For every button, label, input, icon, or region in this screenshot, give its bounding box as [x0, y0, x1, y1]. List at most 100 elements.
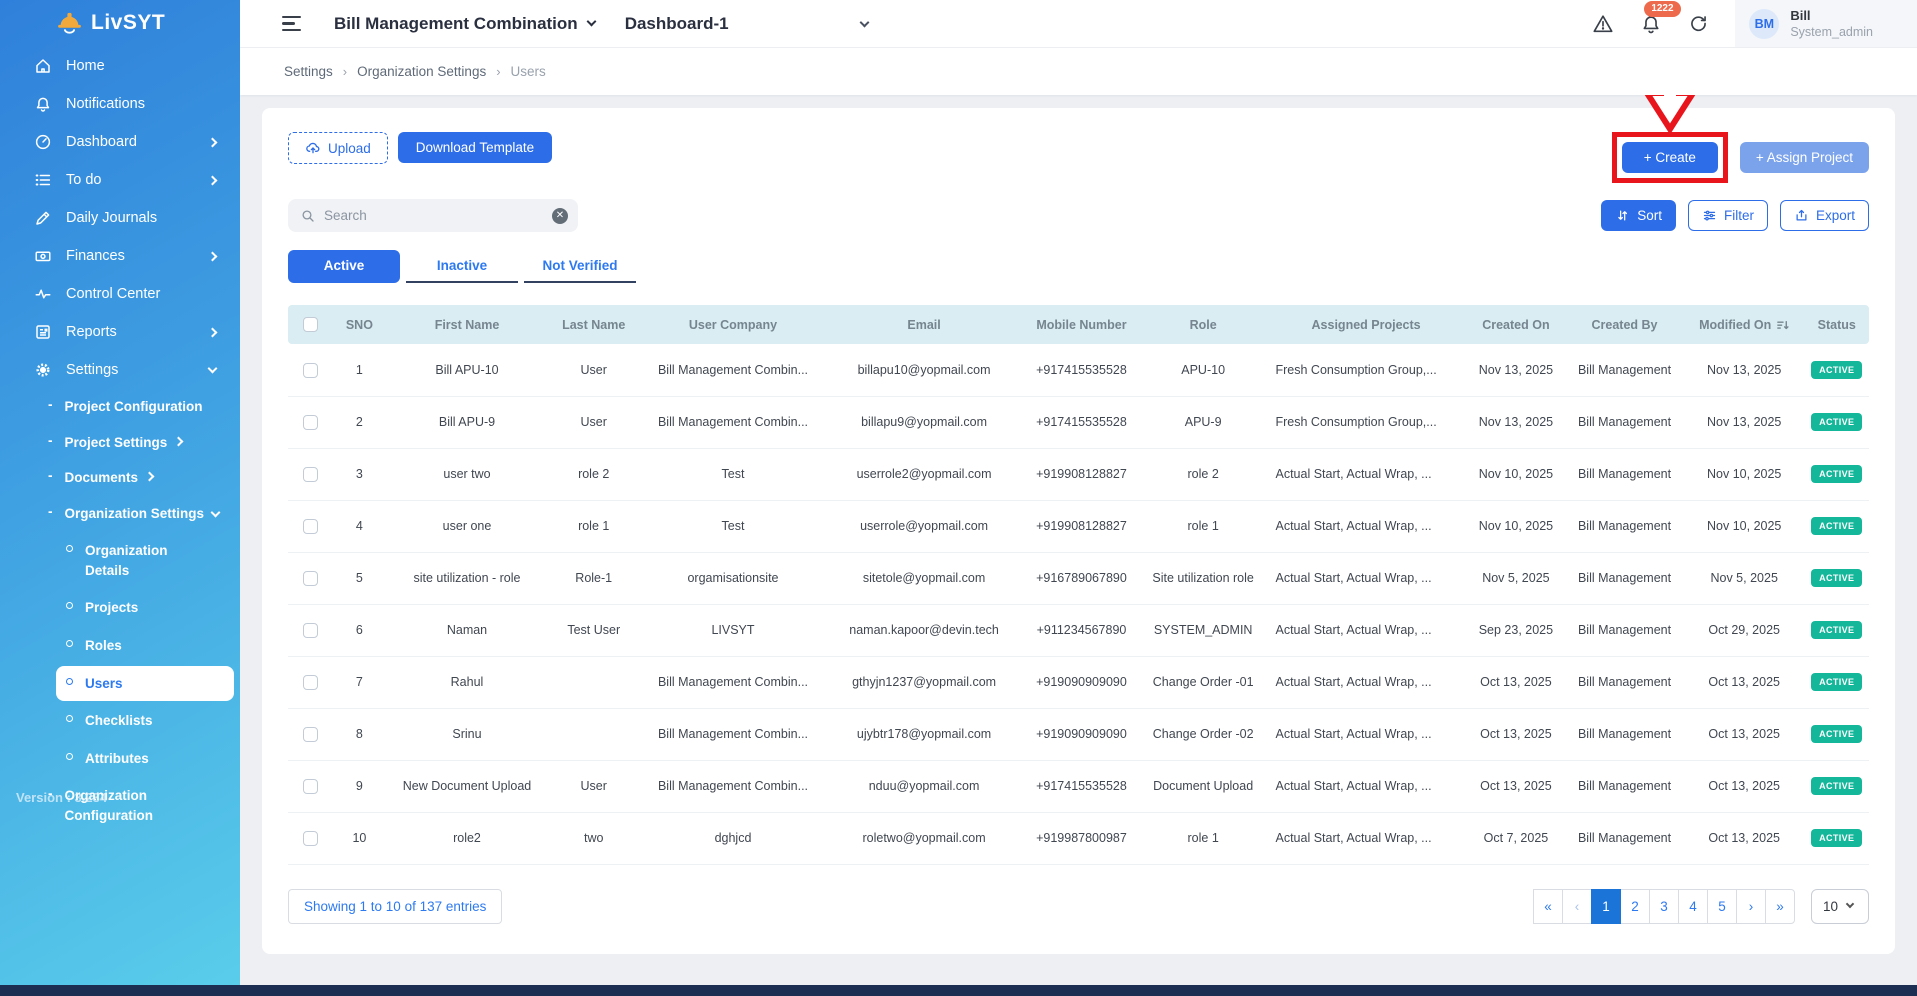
chevron-down-icon [1846, 900, 1854, 908]
cell-role: role 2 [1141, 448, 1266, 500]
breadcrumb-users[interactable]: Users [511, 64, 546, 79]
sidebar-item-users[interactable]: Users [56, 666, 234, 702]
sidebar-item-project-settings[interactable]: Project Settings [0, 425, 240, 461]
bullet-icon [66, 715, 73, 722]
col-header-sno: SNO [332, 305, 386, 344]
page-button[interactable]: « [1533, 889, 1563, 924]
table-row[interactable]: 5 site utilization - role Role-1 orgamis… [288, 552, 1869, 604]
sidebar-item-label: Reports [66, 324, 195, 340]
project-selector[interactable]: Bill Management Combination [334, 14, 599, 34]
clear-search-icon[interactable]: ✕ [552, 208, 568, 224]
row-checkbox[interactable] [303, 519, 318, 534]
menu-toggle-icon[interactable] [282, 16, 302, 31]
table-row[interactable]: 10 role2 two dghjcd roletwo@yopmail.com … [288, 812, 1869, 864]
dashboard-selector[interactable]: Dashboard-1 [625, 14, 729, 34]
cell-email: userrole2@yopmail.com [826, 448, 1022, 500]
table-row[interactable]: 3 user two role 2 Test userrole2@yopmail… [288, 448, 1869, 500]
row-checkbox[interactable] [303, 415, 318, 430]
cell-mobile-number: +919987800987 [1022, 812, 1141, 864]
sidebar-item-attributes[interactable]: Attributes [56, 741, 234, 777]
table-row[interactable]: 4 user one role 1 Test userrole@yopmail.… [288, 500, 1869, 552]
cell-mobile-number: +919908128827 [1022, 500, 1141, 552]
sort-icon [1615, 208, 1630, 223]
cell-assigned-projects: Actual Start, Actual Wrap, ... [1266, 812, 1467, 864]
sidebar-item-organization-configuration[interactable]: Organization Configuration [0, 778, 240, 833]
select-all-checkbox[interactable] [303, 317, 318, 332]
sidebar-item-finances[interactable]: Finances [0, 237, 240, 275]
page-button[interactable]: 4 [1678, 889, 1708, 924]
sidebar-item-reports[interactable]: Reports [0, 313, 240, 351]
sidebar-item-control-center[interactable]: Control Center [0, 275, 240, 313]
cell-created-on: Nov 10, 2025 [1467, 500, 1566, 552]
row-checkbox[interactable] [303, 831, 318, 846]
page-button[interactable]: 3 [1649, 889, 1679, 924]
assign-project-button[interactable]: + Assign Project [1740, 142, 1869, 173]
table-row[interactable]: 1 Bill APU-10 User Bill Management Combi… [288, 344, 1869, 396]
cell-assigned-projects: Actual Start, Actual Wrap, ... [1266, 500, 1467, 552]
sidebar-item-project-configuration[interactable]: Project Configuration [0, 389, 240, 425]
row-checkbox[interactable] [303, 363, 318, 378]
cell-created-on: Nov 10, 2025 [1467, 448, 1566, 500]
table-row[interactable]: 9 New Document Upload User Bill Manageme… [288, 760, 1869, 812]
sidebar: LivSYT Home Notifications Dashboard To d… [0, 0, 240, 985]
row-checkbox[interactable] [303, 675, 318, 690]
sidebar-item-documents[interactable]: Documents [0, 460, 240, 496]
table-actions: Sort Filter Export [1601, 200, 1869, 231]
row-checkbox[interactable] [303, 727, 318, 742]
notification-bell-icon[interactable]: 1222 [1640, 13, 1662, 35]
sidebar-item-label: Organization Settings [65, 504, 205, 524]
tab-inactive[interactable]: Inactive [406, 250, 518, 283]
sidebar-item-home[interactable]: Home [0, 47, 240, 85]
page-button[interactable]: ‹ [1562, 889, 1592, 924]
sync-icon[interactable] [1688, 13, 1709, 34]
breadcrumb-settings[interactable]: Settings [284, 64, 333, 79]
sidebar-item-organization-settings[interactable]: Organization Settings [0, 496, 240, 532]
table-row[interactable]: 7 Rahul Bill Management Combin... gthyjn… [288, 656, 1869, 708]
page-button[interactable]: » [1765, 889, 1795, 924]
page-button[interactable]: 2 [1620, 889, 1650, 924]
sidebar-item-dashboard[interactable]: Dashboard [0, 123, 240, 161]
chevron-right-icon [208, 251, 218, 261]
sidebar-item-todo[interactable]: To do [0, 161, 240, 199]
page-button[interactable]: 5 [1707, 889, 1737, 924]
tab-active[interactable]: Active [288, 250, 400, 283]
filter-button[interactable]: Filter [1688, 200, 1768, 231]
cell-email: billapu10@yopmail.com [826, 344, 1022, 396]
table-row[interactable]: 6 Naman Test User LIVSYT naman.kapoor@de… [288, 604, 1869, 656]
sort-button[interactable]: Sort [1601, 200, 1676, 231]
upload-button[interactable]: Upload [288, 132, 388, 164]
sidebar-item-label: Control Center [66, 286, 220, 302]
table-row[interactable]: 2 Bill APU-9 User Bill Management Combin… [288, 396, 1869, 448]
row-checkbox[interactable] [303, 571, 318, 586]
sidebar-item-checklists[interactable]: Checklists [56, 703, 234, 739]
cell-user-company: LIVSYT [640, 604, 826, 656]
sidebar-item-projects[interactable]: Projects [56, 590, 234, 626]
row-checkbox[interactable] [303, 623, 318, 638]
sidebar-item-daily-journals[interactable]: Daily Journals [0, 199, 240, 237]
sidebar-item-label: Dashboard [66, 134, 195, 150]
row-checkbox[interactable] [303, 467, 318, 482]
warning-icon[interactable] [1592, 13, 1614, 35]
table-row[interactable]: 8 Srinu Bill Management Combin... ujybtr… [288, 708, 1869, 760]
cell-role: APU-10 [1141, 344, 1266, 396]
col-header-modified-on[interactable]: Modified On [1684, 305, 1805, 344]
cell-role: Site utilization role [1141, 552, 1266, 604]
sidebar-item-organization-details[interactable]: Organization Details [56, 533, 234, 588]
dashboard-chevron-down-icon[interactable] [859, 17, 869, 27]
row-checkbox[interactable] [303, 779, 318, 794]
search-input[interactable] [324, 208, 552, 223]
download-template-button[interactable]: Download Template [398, 132, 552, 163]
page-button[interactable]: › [1736, 889, 1766, 924]
user-menu[interactable]: BM Bill System_admin [1735, 0, 1917, 47]
sidebar-item-roles[interactable]: Roles [56, 628, 234, 664]
page-size-select[interactable]: 10 [1811, 889, 1869, 924]
app-logo[interactable]: LivSYT [0, 0, 240, 41]
tab-not-verified[interactable]: Not Verified [524, 250, 636, 283]
create-button[interactable]: + Create [1622, 142, 1718, 173]
sort-descending-icon[interactable] [1777, 320, 1789, 331]
sidebar-item-notifications[interactable]: Notifications [0, 85, 240, 123]
sidebar-item-settings[interactable]: Settings [0, 351, 240, 389]
breadcrumb-organization-settings[interactable]: Organization Settings [357, 64, 486, 79]
export-button[interactable]: Export [1780, 200, 1869, 231]
page-button[interactable]: 1 [1591, 889, 1621, 924]
